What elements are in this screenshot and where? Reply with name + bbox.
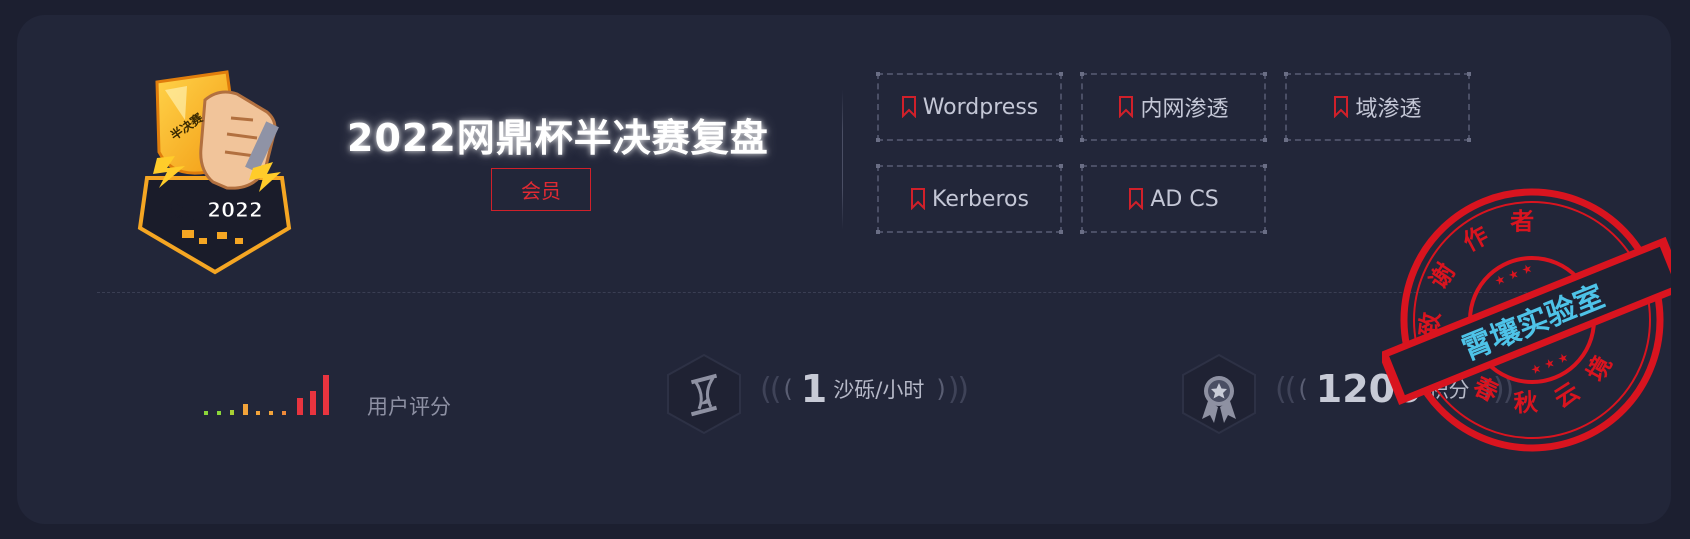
author-thanks-stamp: 致谢作者 春秋云境 ★ ★ ★ ★ ★ ★ 霄壤实验室 (1382, 188, 1671, 452)
tag-intranet[interactable]: 内网渗透 (1080, 72, 1267, 142)
section-divider (97, 292, 1577, 293)
tag-label: Kerberos (932, 186, 1029, 212)
rating-bars-icon (204, 375, 329, 415)
bookmark-icon (1334, 96, 1349, 118)
medal-icon (1182, 353, 1256, 435)
bookmark-icon (901, 96, 916, 118)
vertical-divider (842, 90, 843, 230)
tag-kerberos[interactable]: Kerberos (876, 164, 1063, 234)
tag-wordpress[interactable]: Wordpress (876, 72, 1063, 142)
rating-label: 用户评分 (367, 395, 451, 419)
tag-adcs[interactable]: AD CS (1080, 164, 1267, 234)
bracket-right-icon: )) (947, 371, 969, 407)
sand-stat: ((( 1 沙砾/小时 ))) (760, 367, 969, 411)
bracket-left-icon: (( (1275, 371, 1296, 407)
hourglass-icon (667, 353, 741, 435)
member-badge[interactable]: 会员 (491, 168, 591, 211)
bookmark-icon (1119, 96, 1134, 118)
tag-label: Wordpress (922, 94, 1039, 120)
writeup-card: 网鼎2022 半决赛 2022网鼎杯半决赛复盘 会员 Wordpress 内网渗… (17, 15, 1671, 524)
bookmark-icon (1129, 188, 1144, 210)
sand-value: 1 (800, 367, 828, 411)
page-title: 2022网鼎杯半决赛复盘 (347, 116, 769, 160)
tag-label: 内网渗透 (1140, 97, 1229, 122)
svg-text:★ ★ ★: ★ ★ ★ (1493, 261, 1535, 289)
logo-text: 网鼎2022 (167, 198, 263, 222)
sand-unit: 沙砾/小时 (833, 378, 925, 402)
bracket-left-icon: (( (760, 371, 781, 407)
tag-domain[interactable]: 域渗透 (1284, 72, 1471, 142)
tag-label: 域渗透 (1355, 97, 1422, 122)
tag-label: AD CS (1150, 186, 1219, 212)
bookmark-icon (911, 188, 926, 210)
trophy-logo-icon: 网鼎2022 半决赛 (137, 70, 292, 275)
